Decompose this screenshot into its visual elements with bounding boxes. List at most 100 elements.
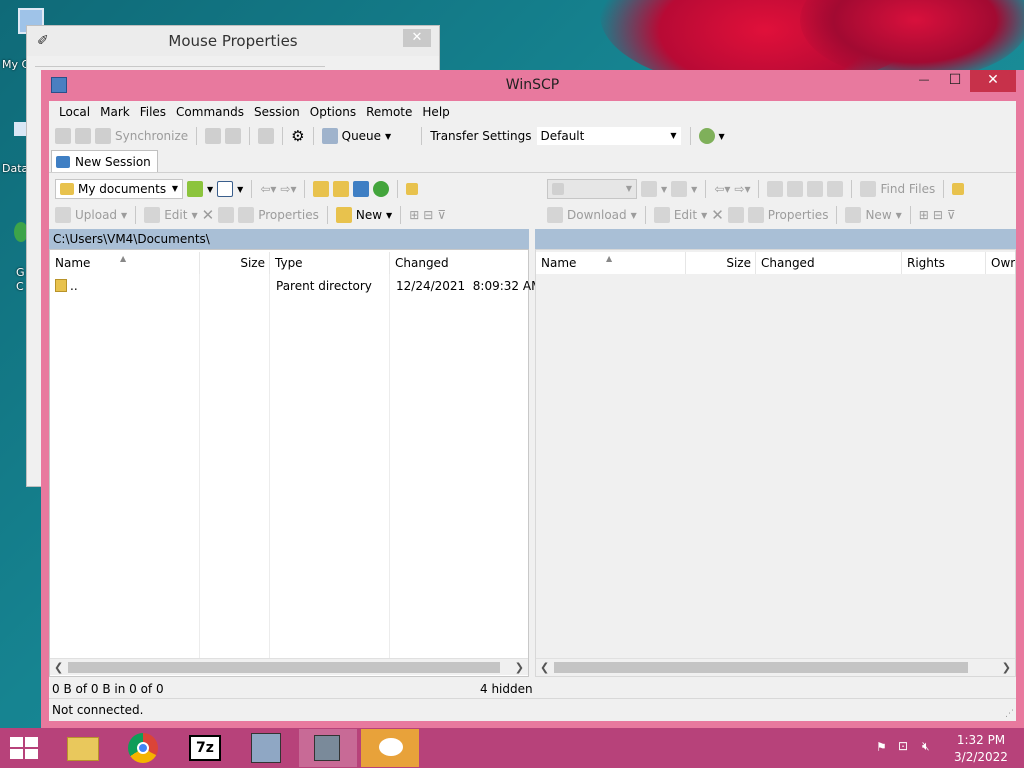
edit-button[interactable]: Edit: [164, 208, 187, 222]
taskbar-mouse-properties[interactable]: [361, 729, 419, 767]
queue-button[interactable]: Queue: [342, 129, 381, 143]
tree-icon[interactable]: [406, 183, 419, 195]
taskbar-network-app[interactable]: [299, 729, 357, 767]
column-type[interactable]: Type: [270, 252, 390, 274]
back-arrow-icon[interactable]: ⇦▾: [260, 182, 276, 196]
column-changed[interactable]: Changed: [390, 252, 528, 274]
network-icon[interactable]: ⊡: [898, 739, 908, 753]
home-icon[interactable]: [353, 181, 370, 197]
start-button[interactable]: [10, 737, 38, 759]
download-button[interactable]: Download: [567, 208, 627, 222]
column-size[interactable]: Size: [200, 252, 270, 274]
scrollbar-thumb[interactable]: [554, 662, 968, 673]
open-folder-icon[interactable]: [641, 181, 657, 197]
scrollbar-thumb[interactable]: [68, 662, 500, 673]
back-arrow-icon[interactable]: ⇦▾: [714, 182, 730, 196]
chevron-down-icon[interactable]: ▼: [701, 211, 707, 220]
local-path-bar[interactable]: C:\Users\VM4\Documents\: [49, 229, 529, 249]
close-button[interactable]: ✕: [403, 29, 431, 47]
minus-icon[interactable]: ⊟: [423, 208, 433, 222]
action-center-flag-icon[interactable]: ⚑: [876, 740, 887, 754]
new-button[interactable]: New: [356, 208, 382, 222]
maximize-button[interactable]: ☐: [940, 70, 970, 92]
plus-icon[interactable]: ⊞: [919, 208, 929, 222]
parent-folder-icon[interactable]: [313, 181, 330, 197]
chevron-down-icon[interactable]: ▼: [661, 185, 667, 194]
clock[interactable]: 1:32 PM 3/2/2022: [953, 732, 1009, 766]
chevron-down-icon[interactable]: ▼: [631, 211, 637, 220]
column-name[interactable]: Name ▲: [536, 252, 686, 274]
remote-file-list[interactable]: Name ▲ Size Changed Rights Owr ❮ ❯: [535, 249, 1016, 677]
tab-new-session[interactable]: New Session: [51, 150, 158, 172]
volume-muted-icon[interactable]: 🔇︎: [922, 739, 930, 754]
chevron-down-icon[interactable]: ▼: [121, 211, 127, 220]
chevron-down-icon[interactable]: ▼: [386, 211, 392, 220]
sync-browse-icon[interactable]: [75, 128, 91, 144]
scroll-right-icon[interactable]: ❯: [1002, 659, 1011, 676]
refresh-icon[interactable]: [827, 181, 844, 197]
menu-remote[interactable]: Remote: [361, 105, 417, 119]
scroll-left-icon[interactable]: ❮: [540, 659, 549, 676]
edit-button[interactable]: Edit: [674, 208, 697, 222]
filter-icon[interactable]: [217, 181, 234, 197]
root-folder-icon[interactable]: [787, 181, 804, 197]
delete-icon[interactable]: ✕: [711, 206, 724, 224]
compare-icon[interactable]: [55, 128, 71, 144]
menu-commands[interactable]: Commands: [171, 105, 249, 119]
chevron-down-icon[interactable]: ▼: [207, 185, 213, 194]
chevron-down-icon[interactable]: ▼: [385, 132, 391, 141]
chevron-down-icon[interactable]: ▼: [691, 185, 697, 194]
parent-folder-icon[interactable]: [767, 181, 784, 197]
taskbar-file-explorer[interactable]: [55, 729, 113, 767]
refresh-icon[interactable]: [373, 181, 390, 197]
hidden-files-status[interactable]: 4 hidden: [480, 682, 533, 696]
local-file-list[interactable]: Name ▲ Size Type Changed .. Parent direct…: [49, 249, 541, 677]
taskbar-chrome[interactable]: [115, 729, 173, 767]
transfer-settings-select[interactable]: Default ▼: [535, 126, 682, 146]
minus-icon[interactable]: ⊟: [933, 208, 943, 222]
putty-icon[interactable]: [258, 128, 275, 144]
properties-button[interactable]: Properties: [258, 208, 319, 222]
new-button[interactable]: New: [865, 208, 891, 222]
open-folder-icon[interactable]: [187, 181, 203, 197]
menu-session[interactable]: Session: [249, 105, 305, 119]
menu-files[interactable]: Files: [135, 105, 171, 119]
taskbar-app-portrait[interactable]: [238, 729, 296, 767]
select-filter-icon[interactable]: ⊽: [437, 208, 446, 222]
local-horizontal-scrollbar[interactable]: ❮ ❯: [50, 658, 528, 675]
home-icon[interactable]: [807, 181, 824, 197]
root-folder-icon[interactable]: [333, 181, 350, 197]
rename-icon[interactable]: [218, 207, 235, 223]
local-location-select[interactable]: My documents ▼: [55, 179, 183, 199]
menu-options[interactable]: Options: [305, 105, 361, 119]
plus-icon[interactable]: ⊞: [409, 208, 419, 222]
gear-icon[interactable]: ⚙: [291, 127, 304, 145]
minimize-button[interactable]: —: [909, 70, 939, 92]
chevron-down-icon[interactable]: ▼: [896, 211, 902, 220]
column-rights[interactable]: Rights: [902, 252, 986, 274]
tree-icon[interactable]: [952, 183, 965, 195]
remote-path-bar[interactable]: [535, 229, 1016, 249]
close-button[interactable]: ✕: [970, 70, 1016, 92]
menu-mark[interactable]: Mark: [95, 105, 135, 119]
scroll-right-icon[interactable]: ❯: [515, 659, 524, 676]
console-icon[interactable]: [205, 128, 222, 144]
find-files-button[interactable]: Find Files: [880, 182, 935, 196]
filter-icon[interactable]: [671, 181, 688, 197]
chevron-down-icon[interactable]: ▼: [191, 211, 197, 220]
forward-arrow-icon[interactable]: ⇨▾: [734, 182, 750, 196]
remote-horizontal-scrollbar[interactable]: ❮ ❯: [536, 658, 1015, 675]
menu-local[interactable]: Local: [54, 105, 95, 119]
column-changed[interactable]: Changed: [756, 252, 902, 274]
properties-button[interactable]: Properties: [768, 208, 829, 222]
table-row[interactable]: .. Parent directory 12/24/2021 8:09:32 A…: [50, 276, 541, 296]
menu-help[interactable]: Help: [417, 105, 454, 119]
rename-icon[interactable]: [727, 207, 744, 223]
chevron-down-icon[interactable]: ▼: [719, 132, 725, 141]
resize-grip-icon[interactable]: ⋰: [1005, 709, 1014, 719]
column-size[interactable]: Size: [686, 252, 756, 274]
synchronize-button[interactable]: Synchronize: [115, 129, 188, 143]
remote-location-select[interactable]: ▼: [547, 179, 637, 199]
upload-button[interactable]: Upload: [75, 208, 117, 222]
taskbar-7zip[interactable]: 7z: [177, 729, 235, 767]
